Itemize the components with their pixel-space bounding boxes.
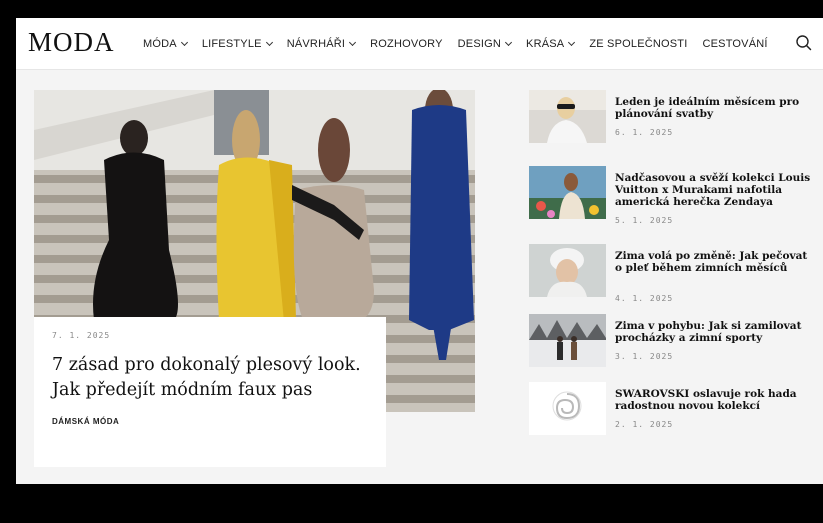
article-thumbnail[interactable] bbox=[529, 90, 606, 143]
nav-item-krasa[interactable]: KRÁSA bbox=[526, 38, 576, 50]
article-title[interactable]: Zima v pohybu: Jak si zamilovat procházk… bbox=[615, 320, 815, 344]
nav-item-design[interactable]: DESIGN bbox=[457, 38, 513, 50]
nav-item-label: ZE SPOLEČNOSTI bbox=[589, 38, 688, 50]
nav-item-rozhovory[interactable]: ROZHOVORY bbox=[370, 38, 443, 50]
nav-item-label: ROZHOVORY bbox=[370, 38, 443, 50]
nav-item-label: LIFESTYLE bbox=[201, 38, 262, 50]
hero-title[interactable]: 7 zásad pro dokonalý plesový look. Jak p… bbox=[52, 353, 368, 403]
chevron-down-icon bbox=[349, 38, 357, 47]
hero-category[interactable]: DÁMSKÁ MÓDA bbox=[52, 417, 368, 426]
article-date: 4. 1. 2025 bbox=[615, 294, 674, 303]
hero-article-card[interactable]: 7. 1. 2025 7 zásad pro dokonalý plesový … bbox=[34, 317, 386, 467]
nav-item-label: DESIGN bbox=[457, 38, 502, 50]
nav-item-ze-spolecnosti[interactable]: ZE SPOLEČNOSTI bbox=[589, 38, 687, 50]
browser-viewport: MODA MÓDA LIFESTYLE NÁVRHÁŘI ROZHOVORY D… bbox=[16, 18, 823, 484]
article-date: 2. 1. 2025 bbox=[615, 420, 674, 429]
nav-item-label: MÓDA bbox=[143, 38, 177, 50]
article-thumbnail[interactable] bbox=[529, 314, 606, 367]
site-logo[interactable]: MODA bbox=[28, 27, 115, 58]
article-title[interactable]: Zima volá po změně: Jak pečovat o pleť b… bbox=[615, 250, 815, 274]
nav-item-moda[interactable]: MÓDA bbox=[143, 38, 188, 50]
nav-item-label: NÁVRHÁŘI bbox=[286, 38, 346, 50]
article-thumbnail[interactable] bbox=[529, 244, 606, 297]
article-date: 3. 1. 2025 bbox=[615, 352, 674, 361]
chevron-down-icon bbox=[180, 38, 188, 47]
article-title[interactable]: Leden je ideálním měsícem pro plánování … bbox=[615, 96, 815, 120]
main-nav: MÓDA LIFESTYLE NÁVRHÁŘI ROZHOVORY DESIGN… bbox=[143, 18, 783, 70]
site-header: MODA MÓDA LIFESTYLE NÁVRHÁŘI ROZHOVORY D… bbox=[16, 18, 823, 70]
article-thumbnail[interactable] bbox=[529, 382, 606, 435]
article-date: 5. 1. 2025 bbox=[615, 216, 674, 225]
nav-item-navrhari[interactable]: NÁVRHÁŘI bbox=[286, 38, 357, 50]
article-thumbnail[interactable] bbox=[529, 166, 606, 219]
chevron-down-icon bbox=[265, 38, 273, 47]
chevron-down-icon bbox=[568, 38, 576, 47]
hero-date: 7. 1. 2025 bbox=[52, 331, 111, 340]
nav-item-label: CESTOVÁNÍ bbox=[702, 38, 768, 50]
article-title[interactable]: Nadčasovou a svěží kolekci Louis Vuitton… bbox=[615, 172, 815, 208]
article-title[interactable]: SWAROVSKI oslavuje rok hada radostnou no… bbox=[615, 388, 815, 412]
nav-item-label: KRÁSA bbox=[526, 38, 565, 50]
chevron-down-icon bbox=[504, 38, 513, 47]
nav-item-cestovani[interactable]: CESTOVÁNÍ bbox=[702, 38, 767, 50]
article-date: 6. 1. 2025 bbox=[615, 128, 674, 137]
nav-item-lifestyle[interactable]: LIFESTYLE bbox=[201, 38, 273, 50]
search-button[interactable] bbox=[794, 33, 814, 53]
search-icon bbox=[796, 35, 812, 51]
